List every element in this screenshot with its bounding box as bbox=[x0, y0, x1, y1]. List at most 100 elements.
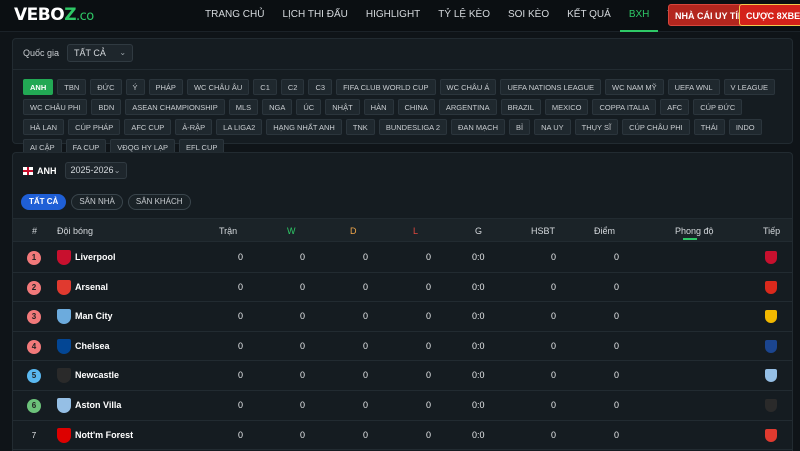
league-chip[interactable]: HÀN bbox=[363, 99, 394, 115]
season-select-value: 2025-2026 bbox=[70, 165, 114, 175]
col-team: Đội bóng bbox=[57, 226, 94, 236]
nav-item-3[interactable]: TỶ LỆ KÈO bbox=[429, 0, 499, 32]
tab-2[interactable]: SÂN KHÁCH bbox=[127, 194, 191, 210]
country-select[interactable]: TẤT CẢ ⌄ bbox=[67, 44, 134, 62]
bet-8xbet-button[interactable]: CƯỢC 8XBET bbox=[739, 4, 800, 26]
league-chip[interactable]: INDO bbox=[728, 119, 762, 135]
league-chip[interactable]: THỤY SĨ bbox=[574, 119, 619, 135]
league-chip[interactable]: Ả-RẬP bbox=[175, 119, 213, 135]
league-chip[interactable]: CHINA bbox=[397, 99, 435, 115]
team-crest-icon bbox=[57, 250, 71, 265]
next-opponent-crest-icon[interactable] bbox=[765, 398, 777, 412]
nav-item-0[interactable]: TRANG CHỦ bbox=[196, 0, 273, 32]
league-chip[interactable]: AFC CUP bbox=[124, 119, 172, 135]
table-row[interactable]: 2 Arsenal 0 0 0 0 0:0 0 0 bbox=[13, 273, 792, 303]
tab-0[interactable]: TẤT CẢ bbox=[21, 194, 67, 210]
cell-draw: 0 bbox=[363, 399, 369, 410]
league-chip[interactable]: CÚP PHÁP bbox=[68, 119, 121, 135]
league-chip[interactable]: AFC bbox=[660, 99, 690, 115]
league-chip[interactable]: PHÁP bbox=[148, 79, 183, 95]
league-chip[interactable]: TBN bbox=[57, 79, 87, 95]
next-opponent-crest-icon[interactable] bbox=[765, 251, 777, 264]
nav-item-4[interactable]: SOI KÈO bbox=[499, 0, 558, 32]
league-chip[interactable]: WC CHÂU Á bbox=[439, 79, 497, 95]
nav-item-6[interactable]: BXH bbox=[619, 0, 659, 32]
league-chip[interactable]: COPPA ITALIA bbox=[592, 99, 657, 115]
cell-diff: 0 bbox=[551, 252, 557, 262]
season-select[interactable]: 2025-2026 ⌄ bbox=[64, 162, 127, 179]
team-name[interactable]: Aston Villa bbox=[75, 391, 121, 420]
league-chip[interactable]: TNK bbox=[345, 119, 375, 135]
league-chip[interactable]: CÚP CHÂU PHI bbox=[622, 119, 690, 135]
team-name[interactable]: Arsenal bbox=[75, 273, 108, 302]
league-chip[interactable]: MEXICO bbox=[544, 99, 589, 115]
nav-item-2[interactable]: HIGHLIGHT bbox=[357, 0, 429, 32]
table-row[interactable]: 3 Man City 0 0 0 0 0:0 0 0 bbox=[13, 302, 792, 332]
col-draw: D bbox=[350, 226, 357, 236]
top-navbar: VEBOZ.co TRANG CHỦ LỊCH THI ĐẤU HIGHLIGHT T… bbox=[0, 0, 800, 32]
cell-points: 0 bbox=[614, 311, 620, 322]
next-opponent-crest-icon[interactable] bbox=[765, 280, 777, 294]
league-chip[interactable]: C3 bbox=[308, 79, 333, 95]
league-chip[interactable]: NGA bbox=[262, 99, 293, 115]
logo-suffix: .co bbox=[76, 9, 94, 24]
league-chip[interactable]: ARGENTINA bbox=[438, 99, 497, 115]
next-opponent-crest-icon[interactable] bbox=[765, 310, 777, 324]
cell-diff: 0 bbox=[551, 399, 557, 410]
league-chip[interactable]: UEFA NATIONS LEAGUE bbox=[500, 79, 601, 95]
league-chip[interactable]: C2 bbox=[280, 79, 305, 95]
team-name[interactable]: Liverpool bbox=[75, 243, 116, 272]
league-chip[interactable]: ANH bbox=[23, 79, 54, 95]
rank-badge: 3 bbox=[27, 310, 41, 325]
league-chip[interactable]: V LEAGUE bbox=[723, 79, 776, 95]
nav-item-5[interactable]: KẾT QUẢ bbox=[558, 0, 620, 32]
league-chip[interactable]: NHẬT bbox=[325, 99, 360, 115]
league-chip[interactable]: UEFA WNL bbox=[667, 79, 720, 95]
team-crest-icon bbox=[57, 397, 71, 413]
table-row[interactable]: 7 Nott'm Forest 0 0 0 0 0:0 0 0 bbox=[13, 421, 792, 451]
team-name[interactable]: Man City bbox=[75, 302, 113, 331]
table-row[interactable]: 5 Newcastle 0 0 0 0 0:0 0 0 bbox=[13, 361, 792, 391]
next-opponent-crest-icon[interactable] bbox=[765, 428, 777, 442]
next-opponent-crest-icon[interactable] bbox=[765, 369, 777, 383]
league-chip[interactable]: C1 bbox=[253, 79, 277, 95]
league-chip[interactable]: NA UY bbox=[534, 119, 571, 135]
league-chip[interactable]: BRAZIL bbox=[500, 99, 541, 115]
league-chip[interactable]: ASEAN CHAMPIONSHIP bbox=[125, 99, 225, 115]
league-chip[interactable]: ĐỨC bbox=[90, 79, 122, 95]
league-chip[interactable]: BỈ bbox=[509, 119, 531, 135]
table-row[interactable]: 6 Aston Villa 0 0 0 0 0:0 0 0 bbox=[13, 391, 792, 421]
league-chip[interactable]: ÚC bbox=[296, 99, 322, 115]
nav-item-1[interactable]: LỊCH THI ĐẤU bbox=[273, 0, 356, 32]
cell-diff: 0 bbox=[551, 370, 557, 381]
team-name[interactable]: Chelsea bbox=[75, 332, 110, 361]
tab-1[interactable]: SÂN NHÀ bbox=[71, 194, 123, 210]
league-chip[interactable]: MLS bbox=[228, 99, 259, 115]
next-opponent-crest-icon[interactable] bbox=[765, 339, 777, 353]
league-chip[interactable]: FIFA CLUB WORLD CUP bbox=[336, 79, 436, 95]
league-chip[interactable]: HẠNG NHẤT ANH bbox=[266, 119, 342, 135]
table-row[interactable]: 1 Liverpool 0 0 0 0 0:0 0 0 bbox=[13, 243, 792, 273]
league-chip[interactable]: WC NAM MỸ bbox=[605, 79, 664, 95]
cell-loss: 0 bbox=[426, 340, 432, 351]
league-chip[interactable]: Ý bbox=[125, 79, 145, 95]
england-flag-icon bbox=[23, 166, 33, 175]
league-chip[interactable]: THÁI bbox=[693, 119, 725, 135]
team-name[interactable]: Newcastle bbox=[75, 361, 119, 390]
cell-draw: 0 bbox=[363, 281, 369, 292]
league-chip[interactable]: WC CHÂU ÂU bbox=[186, 79, 250, 95]
cell-loss: 0 bbox=[426, 429, 432, 440]
league-chip[interactable]: HÀ LAN bbox=[23, 119, 65, 135]
league-chip[interactable]: BDN bbox=[91, 99, 122, 115]
league-chip[interactable]: WC CHÂU PHI bbox=[23, 99, 88, 115]
team-name[interactable]: Nott'm Forest bbox=[75, 421, 133, 450]
league-chip[interactable]: ĐAN MẠCH bbox=[451, 119, 506, 135]
site-logo[interactable]: VEBOZ.co bbox=[14, 5, 94, 25]
table-row[interactable]: 4 Chelsea 0 0 0 0 0:0 0 0 bbox=[13, 332, 792, 362]
league-chip[interactable]: CÚP ĐỨC bbox=[693, 99, 743, 115]
cell-played: 0 bbox=[238, 370, 244, 381]
league-chip[interactable]: LA LIGA2 bbox=[216, 119, 263, 135]
cell-points: 0 bbox=[614, 399, 620, 410]
league-chip[interactable]: BUNDESLIGA 2 bbox=[378, 119, 448, 135]
cell-goals: 0:0 bbox=[472, 311, 485, 322]
